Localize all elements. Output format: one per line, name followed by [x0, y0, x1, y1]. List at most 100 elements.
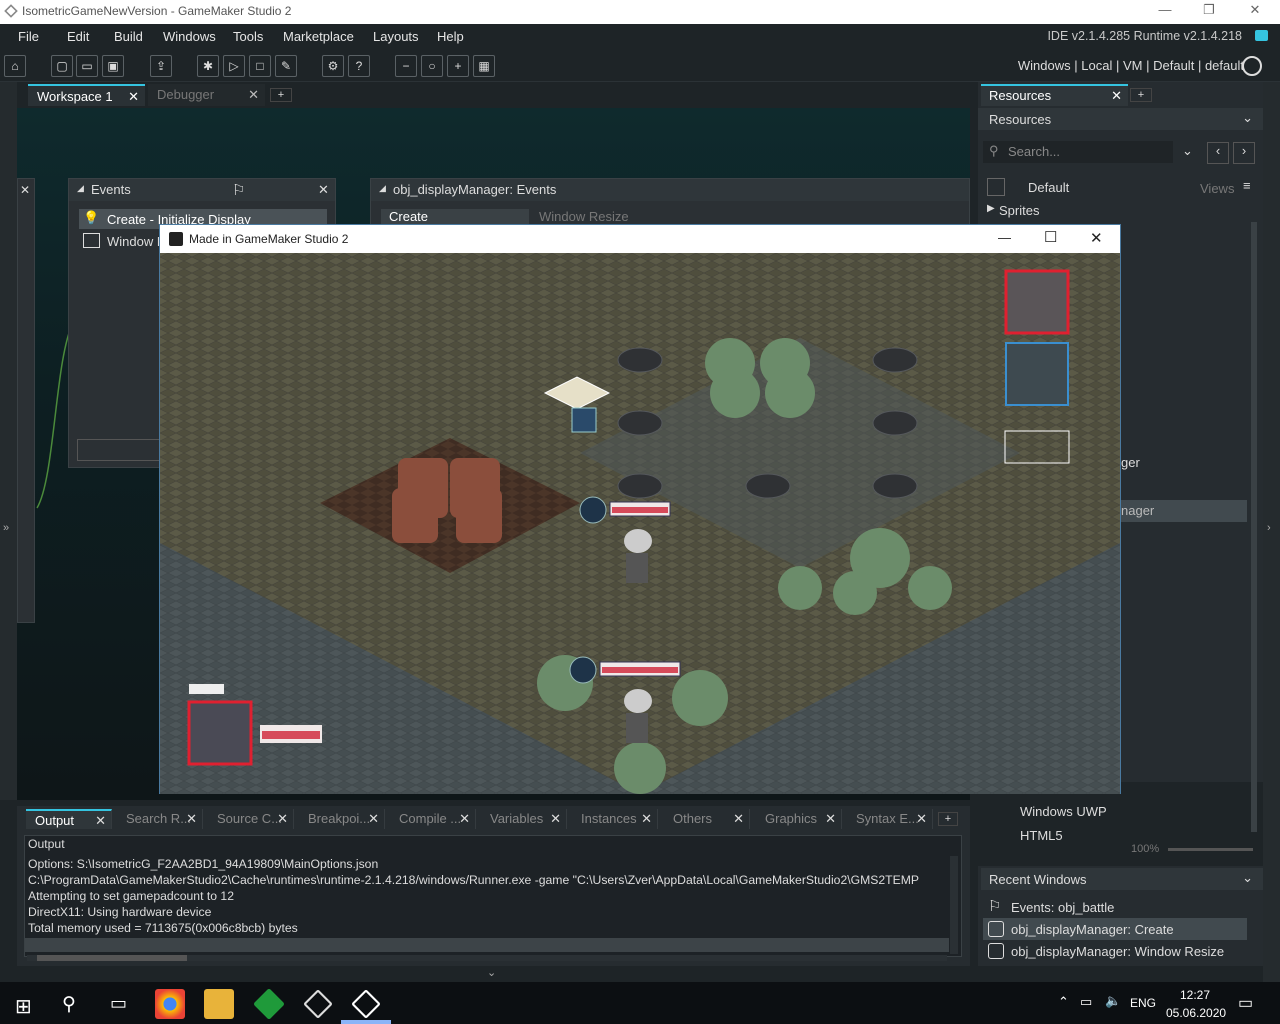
game-window[interactable]: Made in GameMaker Studio 2 — ☐ ✕ [159, 224, 1121, 794]
zoom-in-icon[interactable]: + [447, 55, 469, 77]
debug-icon[interactable]: ✱ [197, 55, 219, 77]
close-icon[interactable]: ✕ [550, 809, 561, 828]
volume-icon[interactable]: 🔈 [1105, 993, 1121, 1009]
target-option[interactable]: default [1205, 58, 1244, 73]
expand-left-icon[interactable]: » [3, 522, 9, 534]
network-icon[interactable]: ▭ [1080, 994, 1092, 1010]
recent-item[interactable]: obj_displayManager: Window Resize [983, 940, 1247, 962]
menu-layouts[interactable]: Layouts [373, 29, 419, 44]
tab-syntax-errors[interactable]: Syntax E... ✕ [847, 809, 933, 829]
close-icon[interactable]: ✕ [825, 809, 836, 828]
open-folder-icon[interactable]: ▭ [76, 55, 98, 77]
menu-help[interactable]: Help [437, 29, 464, 44]
tab-others[interactable]: Others ✕ [664, 809, 750, 829]
clock-date[interactable]: 05.06.2020 [1166, 1006, 1226, 1020]
close-icon[interactable]: ✕ [641, 809, 652, 828]
close-icon[interactable]: ✕ [248, 84, 259, 105]
menu-marketplace[interactable]: Marketplace [283, 29, 354, 44]
portrait-slot-selected[interactable] [1004, 269, 1070, 335]
settings-icon[interactable]: ⚙ [322, 55, 344, 77]
new-file-icon[interactable]: ▢ [51, 55, 73, 77]
right-dock-strip[interactable]: › [1263, 82, 1280, 982]
target-config[interactable]: Default [1153, 58, 1194, 73]
back-button[interactable]: ‹ [1207, 142, 1229, 164]
export-icon[interactable]: ⇪ [150, 55, 172, 77]
chevron-down-icon[interactable]: ⌄ [1242, 870, 1253, 886]
tray-chevron-icon[interactable]: ⌃ [1058, 994, 1069, 1010]
minimize-button[interactable]: — [1145, 2, 1185, 17]
chevron-down-icon[interactable]: ⌄ [1182, 143, 1193, 159]
forward-button[interactable]: › [1233, 142, 1255, 164]
tab-graphics[interactable]: Graphics ✕ [756, 809, 842, 829]
target-selector[interactable]: Windows | Local | VM | Default | default [1018, 58, 1244, 73]
vertical-scrollbar[interactable] [950, 856, 958, 954]
add-tab-button[interactable]: + [1130, 88, 1152, 102]
zoom-out-icon[interactable]: − [395, 55, 417, 77]
output-input-line[interactable] [25, 938, 949, 952]
task-view-icon[interactable]: ▭ [110, 993, 127, 1014]
close-icon[interactable]: ✕ [1111, 88, 1122, 104]
stop-icon[interactable]: □ [249, 55, 271, 77]
tab-variables[interactable]: Variables ✕ [481, 809, 567, 829]
tree-item-sprites[interactable]: ▶ Sprites [983, 202, 1243, 220]
save-icon[interactable]: ▣ [102, 55, 124, 77]
tab-search-results[interactable]: Search R... ✕ [117, 809, 203, 829]
zoom-reset-icon[interactable]: ○ [421, 55, 443, 77]
resources-tab[interactable]: Resources ✕ [981, 84, 1128, 106]
portrait-slot[interactable] [1005, 342, 1069, 406]
chevron-down-icon[interactable]: ⌄ [1242, 110, 1253, 126]
hud-portrait[interactable] [187, 700, 253, 766]
search-input[interactable]: ⚲ Search... [983, 141, 1173, 163]
clock-time[interactable]: 12:27 [1180, 988, 1210, 1002]
chat-icon[interactable] [1255, 30, 1268, 41]
resources-header[interactable]: Resources ⌄ [978, 108, 1263, 130]
output-console[interactable]: Output Options: S:\IsometricG_F2AA2BD1_9… [24, 835, 962, 961]
isometric-map[interactable] [160, 253, 1120, 794]
menu-tools[interactable]: Tools [233, 29, 263, 44]
target-platform[interactable]: Windows [1018, 58, 1071, 73]
close-icon[interactable]: ✕ [916, 809, 927, 828]
tree-item-windows-uwp[interactable]: Windows UWP [1020, 804, 1107, 819]
restore-button[interactable]: ❐ [1189, 2, 1229, 18]
run-icon[interactable]: ▷ [223, 55, 245, 77]
search-icon[interactable]: ⚲ [62, 993, 76, 1016]
target-settings-icon[interactable] [1242, 56, 1262, 76]
menu-edit[interactable]: Edit [67, 29, 89, 44]
tab-instances[interactable]: Instances ✕ [572, 809, 658, 829]
recent-item[interactable]: ⚐ Events: obj_battle [983, 896, 1247, 918]
close-icon[interactable]: ✕ [368, 809, 379, 828]
menu-file[interactable]: File [18, 29, 39, 44]
add-workspace-button[interactable]: + [270, 88, 292, 102]
game-titlebar[interactable]: Made in GameMaker Studio 2 — ☐ ✕ [160, 225, 1120, 253]
recent-item[interactable]: obj_displayManager: Create [983, 918, 1247, 940]
flag-icon[interactable]: ⚐ [232, 181, 245, 199]
tree-item-partial[interactable]: nager [1121, 503, 1154, 518]
help-icon[interactable]: ? [348, 55, 370, 77]
tab-breakpoints[interactable]: Breakpoi... ✕ [299, 809, 385, 829]
windows-start-icon[interactable]: ⊞ [15, 994, 32, 1019]
home-icon[interactable]: ⌂ [4, 55, 26, 77]
maximize-button[interactable]: ☐ [1044, 228, 1057, 246]
horizontal-scrollbar[interactable] [27, 955, 947, 961]
close-icon[interactable]: ✕ [20, 183, 30, 197]
menu-icon[interactable]: ≡ [1243, 178, 1251, 193]
collapse-icon[interactable]: ◢ [77, 183, 84, 194]
expand-right-icon[interactable]: › [1267, 522, 1271, 534]
close-window-button[interactable]: ✕ [1090, 229, 1103, 247]
resource-group-row[interactable]: Default Views ≡ [983, 176, 1258, 198]
events-panel-header[interactable]: ◢ Events ⚐ ✕ [69, 179, 335, 201]
close-window-button[interactable]: ✕ [1235, 2, 1275, 18]
tab-debugger[interactable]: Debugger ✕ [148, 84, 265, 106]
target-device[interactable]: Local [1081, 58, 1112, 73]
language-indicator[interactable]: ENG [1130, 996, 1156, 1010]
tab-source-control[interactable]: Source C... ✕ [208, 809, 294, 829]
close-icon[interactable]: ✕ [733, 809, 744, 828]
notifications-icon[interactable]: ▭ [1238, 993, 1253, 1013]
tab-compile-errors[interactable]: Compile ... ✕ [390, 809, 476, 829]
tree-scrollbar[interactable] [1251, 222, 1257, 832]
minimize-button[interactable]: — [998, 230, 1011, 245]
zoom-slider[interactable] [1168, 848, 1253, 851]
file-explorer-icon[interactable] [204, 989, 234, 1019]
collapse-icon[interactable]: ◢ [379, 183, 386, 194]
clean-icon[interactable]: ✎ [275, 55, 297, 77]
